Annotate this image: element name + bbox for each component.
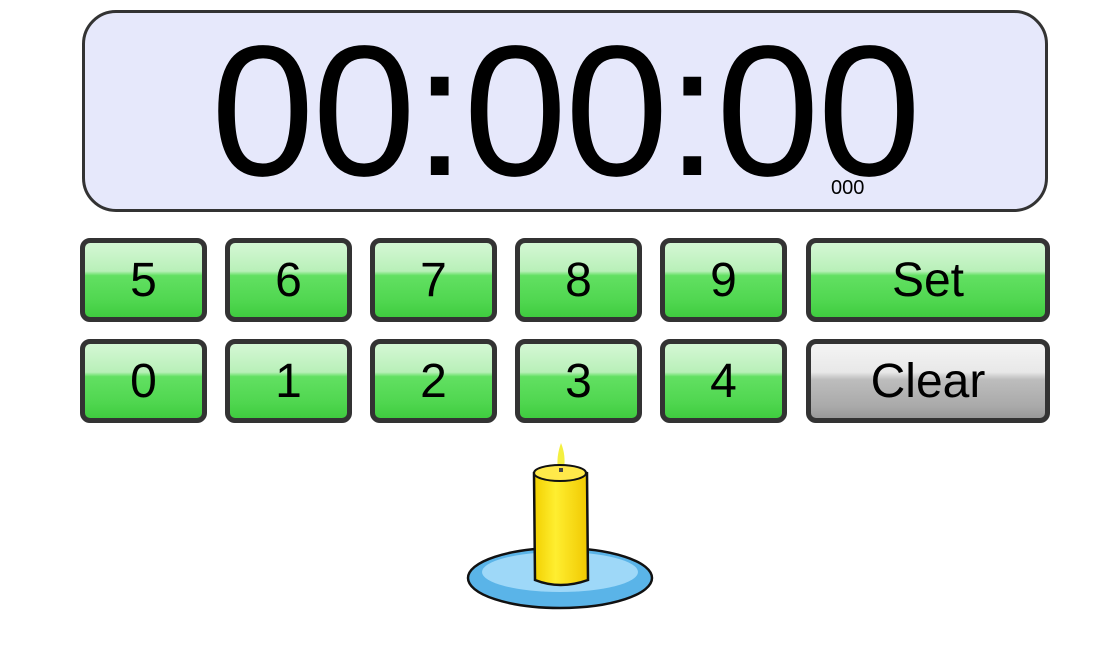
key-9[interactable]: 9: [660, 238, 787, 322]
milliseconds-readout: 000: [831, 177, 865, 199]
key-6[interactable]: 6: [225, 238, 352, 322]
wick: [559, 468, 563, 472]
candle-top: [533, 464, 587, 482]
key-4[interactable]: 4: [660, 339, 787, 423]
key-8[interactable]: 8: [515, 238, 642, 322]
key-0[interactable]: 0: [80, 339, 207, 423]
set-button[interactable]: Set: [806, 238, 1050, 322]
clear-button[interactable]: Clear: [806, 339, 1050, 423]
candle-body: [532, 466, 590, 587]
key-2[interactable]: 2: [370, 339, 497, 423]
timer-display: 00:00:00 000: [82, 10, 1048, 212]
key-5[interactable]: 5: [80, 238, 207, 322]
candle-icon: [466, 443, 654, 610]
key-7[interactable]: 7: [370, 238, 497, 322]
key-3[interactable]: 3: [515, 339, 642, 423]
time-readout: 00:00:00: [210, 8, 921, 215]
key-1[interactable]: 1: [225, 339, 352, 423]
